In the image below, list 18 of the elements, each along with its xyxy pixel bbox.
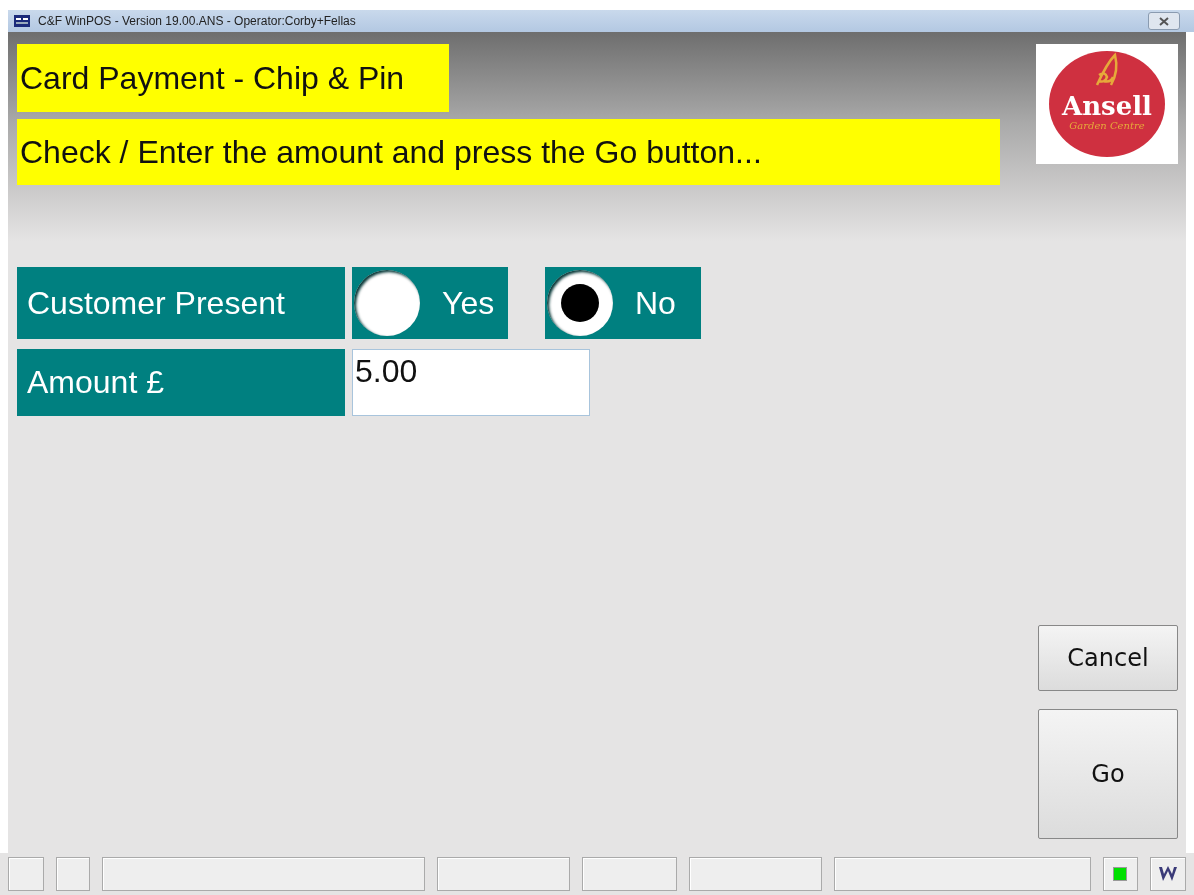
status-panel bbox=[55, 857, 90, 891]
radio-option[interactable]: No bbox=[545, 267, 701, 339]
go-button[interactable]: Go bbox=[1038, 709, 1178, 839]
field-label: Amount £ bbox=[17, 349, 345, 416]
app-logo-icon bbox=[1158, 865, 1179, 883]
screen-heading: Card Payment - Chip & Pin bbox=[17, 44, 449, 112]
app-icon bbox=[14, 15, 30, 27]
instruction-text: Check / Enter the amount and press the Go button... bbox=[17, 119, 1000, 185]
amount-field[interactable]: 5.00 bbox=[352, 349, 590, 416]
radio-option[interactable]: Yes bbox=[352, 267, 508, 339]
window-title: C&F WinPOS - Version 19.00.ANS - Operator:Corby+Fellas bbox=[38, 14, 357, 28]
status-panel bbox=[8, 857, 44, 891]
logo-tagline: Garden Centre bbox=[1069, 120, 1145, 131]
close-icon bbox=[1159, 16, 1169, 26]
logo-name: Ansell bbox=[1062, 91, 1152, 121]
close-button[interactable] bbox=[1148, 12, 1180, 30]
cancel-button[interactable]: Cancel bbox=[1038, 625, 1178, 691]
field-label: Customer Present bbox=[17, 267, 345, 339]
